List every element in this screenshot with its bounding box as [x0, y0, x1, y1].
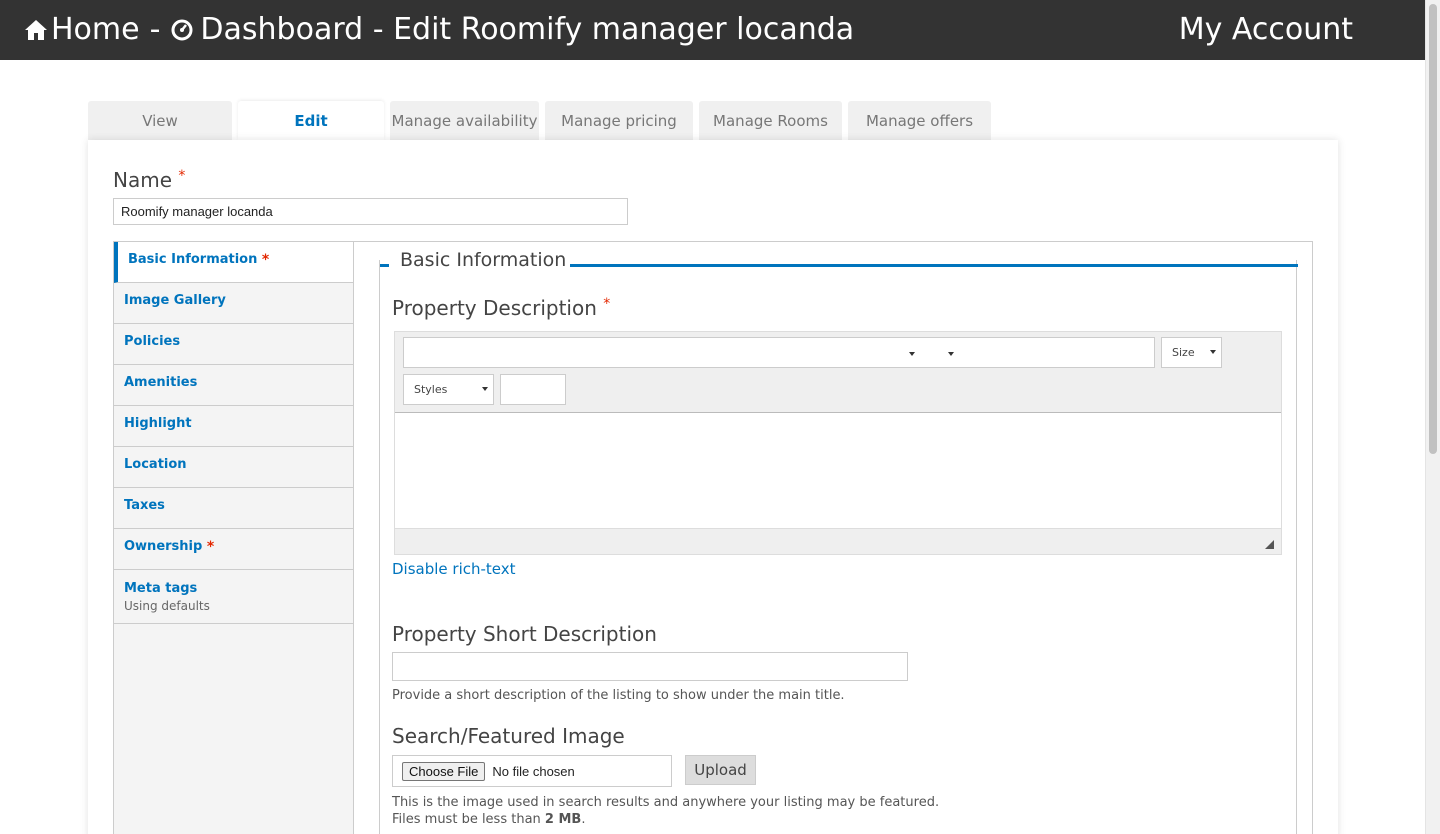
vertical-tabs-menu: Basic Information * Image Gallery Polici…	[114, 242, 354, 834]
size-limit-value: 2 MB	[544, 812, 582, 827]
vtab-image-gallery[interactable]: Image Gallery	[114, 283, 353, 324]
vertical-tabs: Basic Information * Image Gallery Polici…	[113, 241, 1313, 834]
resize-handle-icon[interactable]	[1265, 540, 1274, 549]
vtab-label: Ownership	[124, 539, 203, 554]
home-link[interactable]: Home	[51, 10, 140, 50]
featured-image-file-input[interactable]: Choose File No file chosen	[392, 755, 672, 787]
vtab-taxes[interactable]: Taxes	[114, 488, 353, 529]
image-help-size-line: Files must be less than 2 MB.	[392, 811, 939, 828]
no-file-text: No file chosen	[492, 763, 575, 779]
name-label: Name *	[113, 168, 185, 192]
vtab-summary: Using defaults	[124, 599, 210, 613]
vtab-label: Basic Information	[128, 252, 258, 267]
tab-manage-offers[interactable]: Manage offers	[848, 101, 991, 140]
home-icon	[24, 18, 48, 42]
featured-image-help: This is the image used in search results…	[392, 794, 939, 828]
my-account-link[interactable]: My Account	[1179, 10, 1353, 50]
tab-manage-availability[interactable]: Manage availability	[390, 101, 539, 140]
size-limit-prefix: Files must be less than	[392, 812, 545, 827]
required-marker: *	[261, 252, 270, 268]
tab-manage-rooms[interactable]: Manage Rooms	[699, 101, 842, 140]
featured-image-label: Search/Featured Image	[392, 724, 625, 748]
tab-manage-pricing[interactable]: Manage pricing	[545, 101, 693, 140]
breadcrumb: Home - Dashboard - Edit Roomify manager …	[24, 10, 854, 50]
size-dropdown[interactable]: Size	[1161, 337, 1222, 368]
required-marker: *	[178, 168, 186, 184]
chevron-down-icon	[909, 352, 915, 356]
editor-toolbar: Size Styles	[395, 332, 1281, 413]
basic-information-pane: Basic Information Property Description *…	[379, 242, 1298, 834]
size-label: Size	[1172, 346, 1195, 359]
dashboard-link[interactable]: Dashboard - Edit Roomify manager locanda	[200, 10, 854, 50]
chevron-down-icon	[948, 352, 954, 356]
scrollbar-thumb[interactable]	[1429, 4, 1437, 454]
vtab-location[interactable]: Location	[114, 447, 353, 488]
tab-view[interactable]: View	[88, 101, 232, 140]
vtab-amenities[interactable]: Amenities	[114, 365, 353, 406]
required-marker: *	[603, 296, 611, 312]
vtab-basic-information[interactable]: Basic Information *	[114, 242, 353, 283]
vtab-label: Location	[124, 457, 187, 472]
styles-dropdown[interactable]: Styles	[403, 374, 494, 405]
name-input[interactable]	[113, 198, 628, 225]
rich-text-editor: Size Styles	[394, 331, 1282, 555]
font-combo[interactable]	[403, 337, 1155, 368]
page-scrollbar[interactable]	[1425, 0, 1440, 834]
label-text: Property Description	[392, 296, 597, 320]
vtab-label: Taxes	[124, 498, 165, 513]
basic-information-fieldset: Basic Information Property Description *…	[379, 249, 1298, 834]
vtab-label: Policies	[124, 334, 181, 349]
editor-content-area[interactable]	[395, 413, 1281, 528]
dashboard-gauge-icon	[170, 18, 194, 42]
breadcrumb-separator: -	[149, 12, 161, 47]
format-combo[interactable]	[500, 374, 566, 405]
vtab-label: Highlight	[124, 416, 192, 431]
vtab-ownership[interactable]: Ownership *	[114, 529, 353, 570]
required-marker: *	[206, 539, 215, 555]
fieldset-legend: Basic Information	[396, 249, 571, 271]
vtab-meta-tags[interactable]: Meta tags Using defaults	[114, 570, 353, 624]
property-description-label: Property Description *	[392, 296, 610, 320]
short-description-help: Provide a short description of the listi…	[392, 688, 845, 703]
short-description-input[interactable]	[392, 652, 908, 681]
name-label-text: Name	[113, 168, 173, 192]
chevron-down-icon	[1210, 350, 1216, 354]
tab-edit[interactable]: Edit	[238, 101, 384, 140]
edit-form-card: Name * Basic Information * Image Gallery…	[88, 140, 1338, 834]
vtab-label: Meta tags	[124, 581, 198, 596]
image-help-line: This is the image used in search results…	[392, 795, 940, 810]
vtab-label: Amenities	[124, 375, 198, 390]
short-description-label: Property Short Description	[392, 622, 657, 646]
size-limit-suffix: .	[581, 812, 586, 827]
vtab-highlight[interactable]: Highlight	[114, 406, 353, 447]
primary-tabs: View Edit Manage availability Manage pri…	[88, 101, 997, 140]
disable-rich-text-link[interactable]: Disable rich-text	[392, 560, 516, 578]
vtab-policies[interactable]: Policies	[114, 324, 353, 365]
chevron-down-icon	[482, 387, 488, 391]
vtab-label: Image Gallery	[124, 293, 226, 308]
styles-label: Styles	[414, 383, 448, 396]
editor-footer	[395, 528, 1281, 554]
top-bar: Home - Dashboard - Edit Roomify manager …	[0, 0, 1425, 60]
upload-button[interactable]: Upload	[685, 755, 756, 785]
choose-file-button[interactable]: Choose File	[402, 761, 486, 781]
